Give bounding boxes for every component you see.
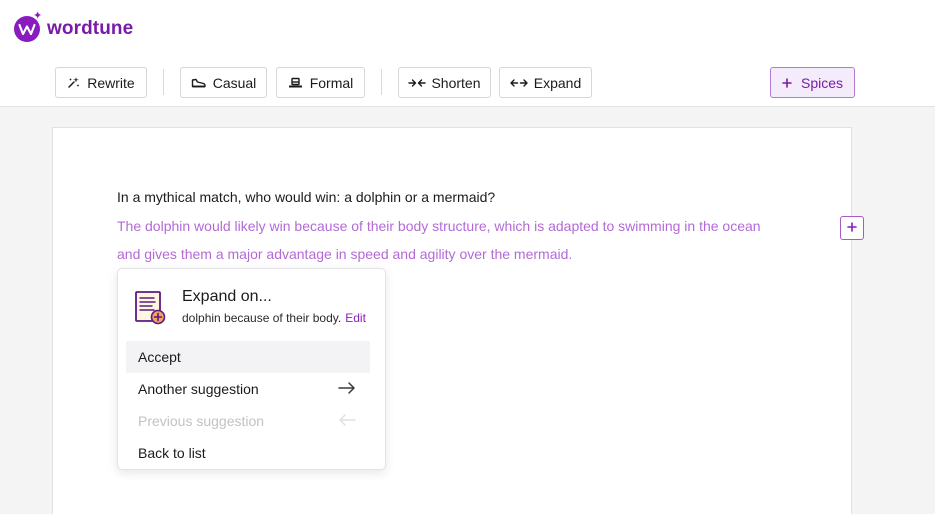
- add-spice-button[interactable]: [840, 216, 864, 240]
- casual-label: Casual: [212, 74, 257, 91]
- sneaker-icon: [191, 77, 206, 89]
- previous-suggestion-option: Previous suggestion: [126, 405, 370, 437]
- spices-button[interactable]: Spices: [770, 67, 855, 98]
- question-text[interactable]: In a mythical match, who would win: a do…: [117, 189, 495, 205]
- popup-subtitle: dolphin because of their body. Edit: [182, 311, 366, 325]
- toolbar-divider: [381, 69, 382, 95]
- expand-button[interactable]: Expand: [499, 67, 592, 98]
- shorten-arrows-icon: [408, 78, 427, 88]
- expand-label: Expand: [533, 74, 582, 91]
- app-name: wordtune: [47, 18, 134, 39]
- casual-button[interactable]: Casual: [180, 67, 267, 98]
- spices-label: Spices: [800, 74, 844, 91]
- suggested-answer-text[interactable]: The dolphin would likely win because of …: [117, 212, 777, 268]
- document-plus-icon: [134, 290, 168, 331]
- hat-icon: [288, 77, 303, 89]
- expand-arrows-icon: [510, 78, 528, 88]
- previous-suggestion-label: Previous suggestion: [138, 413, 265, 429]
- back-to-list-option[interactable]: Back to list: [126, 437, 370, 469]
- plus-icon: [847, 219, 857, 237]
- popup-context-text: dolphin because of their body.: [182, 311, 342, 325]
- sparkle-icon: ✦: [33, 10, 43, 22]
- accept-label: Accept: [138, 349, 181, 365]
- another-suggestion-label: Another suggestion: [138, 381, 259, 397]
- wordtune-logo[interactable]: ✦ wordtune: [14, 11, 134, 45]
- edit-link[interactable]: Edit: [345, 311, 366, 325]
- accept-option[interactable]: Accept: [126, 341, 370, 373]
- top-bar: ✦ wordtune Rewrite Casual Formal Shorten…: [0, 0, 935, 107]
- arrow-right-icon: [338, 381, 356, 398]
- rewrite-label: Rewrite: [87, 74, 135, 91]
- wordtune-logo-icon: ✦: [14, 11, 42, 42]
- formal-label: Formal: [309, 74, 354, 91]
- arrow-left-icon: [338, 413, 356, 430]
- plus-icon: [782, 77, 792, 88]
- shorten-button[interactable]: Shorten: [398, 67, 491, 98]
- popup-title: Expand on...: [182, 288, 272, 305]
- sparkle-icon: [67, 76, 80, 89]
- back-to-list-label: Back to list: [138, 445, 206, 461]
- formal-button[interactable]: Formal: [276, 67, 365, 98]
- shorten-label: Shorten: [431, 74, 481, 91]
- rewrite-button[interactable]: Rewrite: [55, 67, 147, 98]
- expand-suggestion-popup: Expand on... dolphin because of their bo…: [117, 268, 386, 470]
- toolbar-divider: [163, 69, 164, 95]
- another-suggestion-option[interactable]: Another suggestion: [126, 373, 370, 405]
